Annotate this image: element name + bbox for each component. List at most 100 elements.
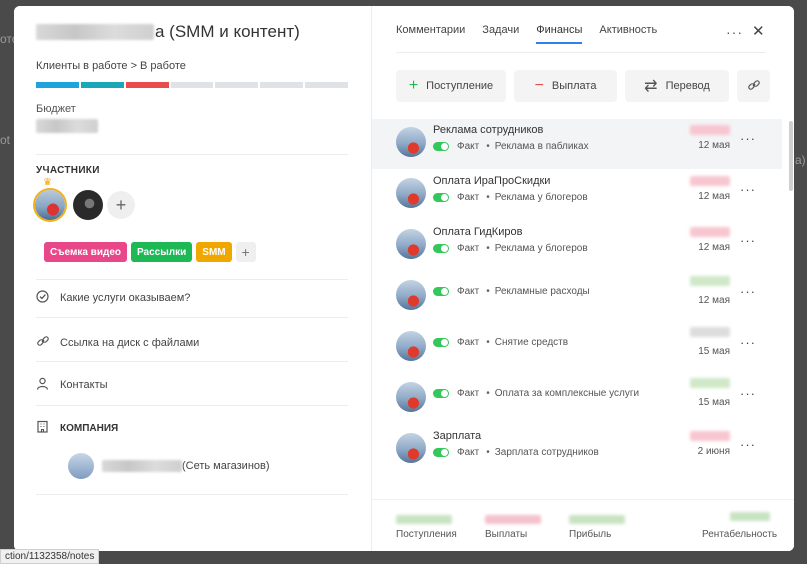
transaction-row[interactable]: Факт • Оплата за комплексные услуги 15 мая ·… [396, 374, 768, 422]
tab-activity[interactable]: Активность [599, 24, 657, 44]
pipeline-progress[interactable] [36, 82, 349, 88]
transaction-category: Оплата за комплексные услуги [494, 388, 640, 399]
fact-toggle[interactable] [433, 193, 449, 202]
company-type: (Сеть магазинов) [182, 460, 270, 472]
finance-actions: + Поступление − Выплата ⇄ Перевод [396, 70, 770, 102]
avatar [396, 433, 426, 463]
avatar[interactable] [73, 190, 103, 220]
add-participant-button[interactable]: + [107, 191, 135, 219]
transaction-date: 15 мая [698, 346, 730, 357]
transaction-name: Оплата ГидКиров [433, 226, 523, 238]
services-link[interactable]: Какие услуги оказываем? [36, 290, 190, 306]
transaction-date: 12 мая [698, 140, 730, 151]
transaction-status: Факт [457, 447, 480, 458]
fact-toggle[interactable] [433, 389, 449, 398]
transaction-meta: Факт • Оплата за комплексные услуги [433, 388, 639, 399]
transaction-amount [690, 276, 730, 286]
transaction-row[interactable]: Зарплата Факт • Зарплата сотрудников 2 июня ·… [396, 425, 768, 473]
pipeline-stage[interactable] [36, 82, 79, 88]
avatar [396, 382, 426, 412]
scrollbar[interactable] [789, 121, 793, 191]
transaction-row[interactable]: Факт • Снятие средств 15 мая ··· [396, 323, 768, 371]
transaction-category: Снятие средств [494, 337, 569, 348]
divider [396, 52, 766, 53]
payout-summary-label: Выплаты [485, 529, 528, 540]
tag-mailing[interactable]: Рассылки [131, 242, 193, 262]
more-icon[interactable]: ··· [740, 335, 756, 350]
fact-toggle[interactable] [433, 448, 449, 457]
tag-smm[interactable]: SMM [196, 242, 232, 262]
tab-finance[interactable]: Финансы [536, 24, 583, 44]
avatar [396, 331, 426, 361]
finance-pane: Комментарии Задачи Финансы Активность ··… [372, 6, 794, 551]
payout-label: Выплата [551, 80, 597, 92]
company-item[interactable]: (Сеть магазинов) [68, 453, 270, 479]
close-icon[interactable]: ✕ [752, 22, 765, 40]
transaction-status: Факт [457, 388, 480, 399]
tab-tasks[interactable]: Задачи [482, 24, 519, 44]
bullet-icon: • [486, 286, 490, 297]
transaction-row[interactable]: Факт • Рекламные расходы 12 мая ··· [396, 272, 768, 320]
link-label: Какие услуги оказываем? [60, 292, 191, 304]
background-text: ot [0, 133, 11, 147]
fact-toggle[interactable] [433, 287, 449, 296]
more-icon[interactable]: ··· [740, 131, 756, 146]
tab-comments[interactable]: Комментарии [396, 24, 465, 44]
disk-link[interactable]: Ссылка на диск с файлами [36, 334, 199, 351]
transaction-row[interactable]: Реклама сотрудников Факт • Реклама в паблик… [396, 119, 768, 167]
transaction-category: Зарплата сотрудников [494, 447, 599, 458]
avatar [396, 229, 426, 259]
transfer-button[interactable]: ⇄ Перевод [625, 70, 729, 102]
breadcrumb[interactable]: Клиенты в работе > В работе [36, 60, 186, 72]
more-icon[interactable]: ··· [740, 284, 756, 299]
fact-toggle[interactable] [433, 338, 449, 347]
company-avatar [68, 453, 94, 479]
transaction-row[interactable]: Оплата ГидКиров Факт • Реклама у блогеров 12… [396, 221, 768, 269]
profit-total [569, 515, 625, 524]
budget-label: Бюджет [36, 103, 76, 115]
redacted-company [102, 460, 182, 472]
pipeline-stage[interactable] [125, 82, 169, 88]
transaction-row[interactable]: Оплата ИраПроСкидки Факт • Реклама у блогер… [396, 170, 768, 218]
pipeline-stage[interactable] [215, 82, 259, 88]
link-label: Контакты [60, 379, 108, 391]
transaction-date: 2 июня [697, 446, 730, 457]
transaction-name: Реклама сотрудников [433, 124, 544, 136]
transaction-date: 12 мая [698, 242, 730, 253]
fact-toggle[interactable] [433, 142, 449, 151]
deal-details-pane: а (SMM и контент) Клиенты в работе > В р… [14, 6, 372, 551]
company-label: КОМПАНИЯ [60, 422, 119, 434]
pipeline-stage[interactable] [80, 82, 124, 88]
pipeline-stage[interactable] [305, 82, 349, 88]
more-icon[interactable]: ··· [740, 386, 756, 401]
pipeline-stage[interactable] [260, 82, 304, 88]
payout-button[interactable]: − Выплата [514, 70, 617, 102]
add-tag-button[interactable]: + [235, 242, 256, 262]
income-label: Поступление [426, 80, 494, 92]
fact-toggle[interactable] [433, 244, 449, 253]
more-icon[interactable]: ··· [726, 24, 743, 40]
transaction-date: 12 мая [698, 295, 730, 306]
avatar [396, 178, 426, 208]
transaction-amount [690, 227, 730, 237]
tag-video[interactable]: Съемка видео [44, 242, 127, 262]
more-icon[interactable]: ··· [740, 233, 756, 248]
more-icon[interactable]: ··· [740, 437, 756, 452]
contacts-link[interactable]: Контакты [36, 377, 108, 393]
transaction-meta: Факт • Снятие средств [433, 337, 568, 348]
background-text: а) [795, 153, 806, 167]
income-button[interactable]: + Поступление [396, 70, 506, 102]
budget-value[interactable] [36, 119, 98, 133]
page-title: а (SMM и контент) [36, 22, 300, 42]
pipeline-stage[interactable] [170, 82, 214, 88]
avatar[interactable] [35, 190, 65, 220]
link-label: Ссылка на диск с файлами [60, 336, 200, 349]
transaction-category: Реклама у блогеров [494, 243, 588, 254]
tab-bar: Комментарии Задачи Финансы Активность [396, 24, 657, 44]
divider [36, 494, 348, 495]
avatar [396, 127, 426, 157]
bullet-icon: • [486, 337, 490, 348]
link-button[interactable] [737, 70, 770, 102]
more-icon[interactable]: ··· [740, 182, 756, 197]
transaction-name: Оплата ИраПроСкидки [433, 175, 551, 187]
